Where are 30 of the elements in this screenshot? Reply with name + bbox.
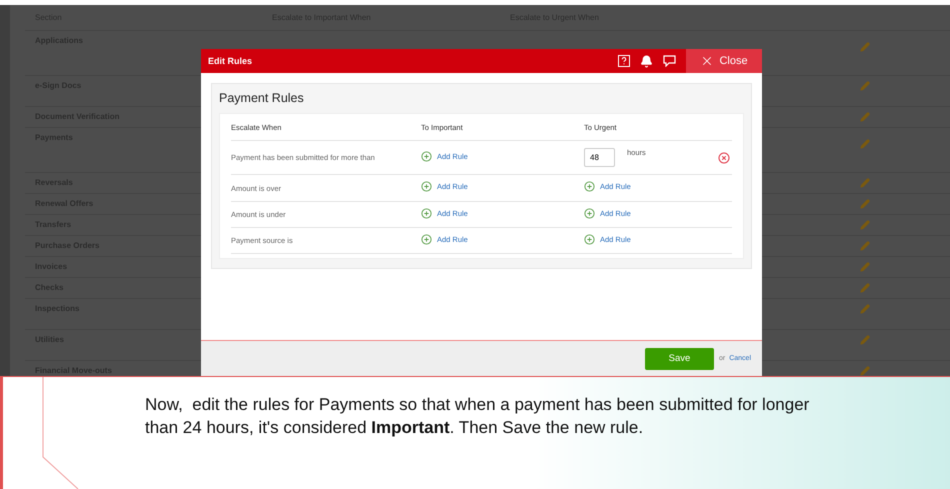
pencil-icon[interactable] bbox=[860, 241, 870, 251]
plus-icon bbox=[421, 150, 432, 162]
pencil-icon[interactable] bbox=[860, 81, 870, 91]
bell-icon[interactable] bbox=[640, 54, 653, 68]
instruction-text: Now, edit the rules for Payments so that when a payment has been submitted for longer than 24 hours, it's considered Important. Then Save the new rule. bbox=[145, 394, 810, 439]
chat-icon[interactable] bbox=[663, 55, 676, 67]
panel-title: Payment Rules bbox=[219, 91, 305, 105]
dialog-title: Edit Rules bbox=[207, 56, 254, 66]
close-button[interactable]: Close bbox=[686, 49, 762, 73]
pencil-icon[interactable] bbox=[860, 139, 870, 149]
pencil-icon[interactable] bbox=[860, 262, 870, 272]
plus-icon bbox=[421, 234, 432, 244]
help-icon[interactable] bbox=[618, 55, 630, 67]
hours-input[interactable]: 48 bbox=[584, 148, 615, 167]
pencil-icon[interactable] bbox=[860, 304, 870, 314]
pencil-icon[interactable] bbox=[860, 283, 870, 293]
pencil-icon[interactable] bbox=[860, 366, 870, 376]
plus-icon bbox=[584, 181, 595, 192]
pencil-icon[interactable] bbox=[860, 199, 870, 209]
remove-icon[interactable] bbox=[718, 152, 730, 164]
pencil-icon[interactable] bbox=[860, 335, 870, 345]
save-button[interactable]: Save bbox=[644, 348, 714, 370]
pencil-icon[interactable] bbox=[860, 178, 870, 188]
plus-icon bbox=[584, 234, 595, 244]
pencil-icon[interactable] bbox=[860, 42, 870, 52]
plus-icon bbox=[421, 181, 432, 192]
plus-icon bbox=[584, 208, 595, 218]
plus-icon bbox=[421, 208, 432, 218]
pencil-icon[interactable] bbox=[860, 220, 870, 230]
pencil-icon[interactable] bbox=[860, 112, 870, 122]
